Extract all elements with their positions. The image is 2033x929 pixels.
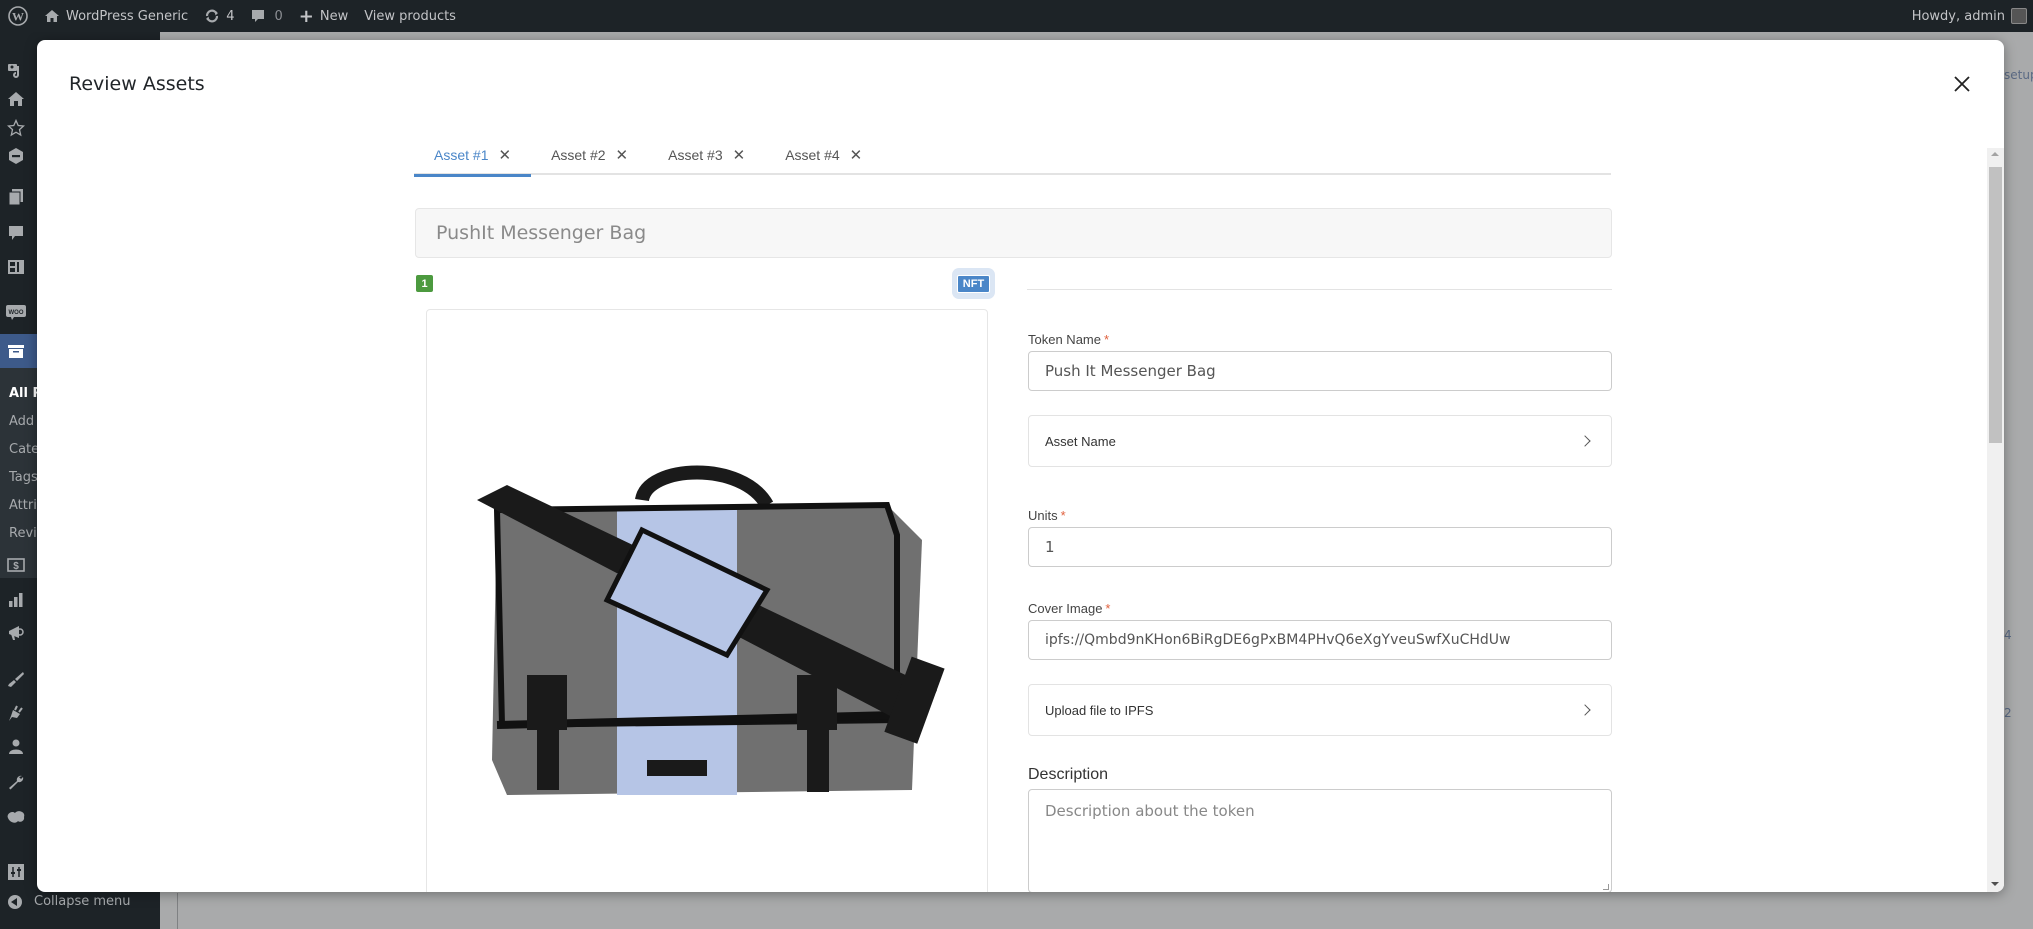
updates-icon bbox=[204, 8, 220, 24]
resize-handle-icon[interactable] bbox=[1603, 884, 1609, 890]
upload-ipfs-accordion[interactable]: Upload file to IPFS bbox=[1028, 684, 1612, 736]
asset-index-badge: 1 bbox=[416, 275, 433, 292]
tab-label: Asset #2 bbox=[551, 147, 606, 163]
form-divider bbox=[1027, 289, 1612, 290]
woocommerce-icon[interactable]: WOO bbox=[6, 302, 26, 322]
product-title-field[interactable]: PushIt Messenger Bag bbox=[415, 208, 1612, 258]
comments-link[interactable]: 0 bbox=[242, 0, 290, 32]
page-divider bbox=[177, 893, 178, 929]
users-icon[interactable] bbox=[6, 737, 26, 757]
close-button[interactable] bbox=[1950, 72, 1974, 96]
collapse-menu-label: Collapse menu bbox=[34, 894, 131, 909]
forms-icon[interactable] bbox=[6, 146, 26, 166]
site-name: WordPress Generic bbox=[66, 8, 189, 24]
comment-icon bbox=[250, 8, 266, 24]
cover-image-label: Cover Image * bbox=[1028, 601, 1111, 616]
plugins-icon[interactable] bbox=[6, 703, 26, 723]
view-products-label: View products bbox=[364, 8, 456, 24]
archive-icon bbox=[6, 341, 26, 361]
tab-label: Asset #1 bbox=[434, 147, 489, 163]
avatar bbox=[2011, 8, 2027, 24]
chevron-right-icon bbox=[1579, 704, 1591, 716]
home-icon[interactable] bbox=[6, 89, 26, 109]
svg-text:WOO: WOO bbox=[9, 310, 24, 316]
tools-icon[interactable] bbox=[6, 772, 26, 792]
units-input[interactable]: 1 bbox=[1028, 527, 1612, 567]
modal-title: Review Assets bbox=[69, 73, 205, 95]
marketing-icon[interactable] bbox=[6, 623, 26, 643]
comments-count: 0 bbox=[274, 8, 283, 24]
wordpress-logo-icon[interactable]: W bbox=[0, 0, 36, 32]
tab-label: Asset #4 bbox=[785, 147, 840, 163]
site-name-link[interactable]: WordPress Generic bbox=[36, 0, 196, 32]
asset-name-accordion[interactable]: Asset Name bbox=[1028, 415, 1612, 467]
media-icon[interactable] bbox=[6, 60, 26, 80]
tab-asset-2[interactable]: Asset #2 ✕ bbox=[531, 135, 648, 175]
scroll-up-arrow-icon[interactable] bbox=[1991, 152, 1999, 156]
tab-asset-3[interactable]: Asset #3 ✕ bbox=[648, 135, 765, 175]
setup-link-fragment: setup bbox=[2004, 68, 2033, 82]
cover-image-input[interactable]: ipfs://Qmbd9nKHon6BiRgDE6gPxBM4PHvQ6eXgY… bbox=[1028, 620, 1612, 660]
updates-count: 4 bbox=[226, 8, 235, 24]
new-content-link[interactable]: + New bbox=[291, 0, 356, 32]
submenu-tags[interactable]: Tags bbox=[9, 470, 38, 485]
description-textarea[interactable]: Description about the token bbox=[1028, 789, 1612, 892]
pages-icon[interactable] bbox=[6, 187, 26, 207]
new-label: New bbox=[319, 8, 349, 24]
greeting: Howdy, admin bbox=[1911, 8, 2005, 24]
description-placeholder: Description about the token bbox=[1045, 802, 1255, 820]
close-tab-icon[interactable]: ✕ bbox=[850, 146, 863, 164]
token-name-label: Token Name * bbox=[1028, 332, 1110, 347]
close-tab-icon[interactable]: ✕ bbox=[616, 146, 629, 164]
description-label: Description bbox=[1028, 766, 1109, 783]
asset-name-label: Asset Name bbox=[1045, 433, 1116, 449]
appearance-icon[interactable] bbox=[6, 669, 26, 689]
collapse-menu-button[interactable]: Collapse menu bbox=[8, 894, 131, 909]
background-value: 2 bbox=[2004, 706, 2012, 720]
submenu-attributes[interactable]: Attri bbox=[9, 498, 37, 513]
asset-tabs: Asset #1 ✕ Asset #2 ✕ Asset #3 ✕ Asset #… bbox=[414, 135, 1611, 177]
star-icon[interactable] bbox=[6, 118, 26, 138]
scroll-down-arrow-icon[interactable] bbox=[1991, 882, 1999, 886]
modal-scrollbar[interactable] bbox=[1987, 148, 2004, 892]
nft-toggle[interactable]: NFT bbox=[952, 268, 995, 299]
settings-sliders-icon[interactable] bbox=[6, 862, 26, 882]
token-name-input[interactable]: Push It Messenger Bag bbox=[1028, 351, 1612, 391]
tab-asset-4[interactable]: Asset #4 ✕ bbox=[765, 135, 882, 175]
product-image-card bbox=[426, 309, 988, 892]
my-account-menu[interactable]: Howdy, admin bbox=[1904, 0, 2033, 32]
analytics-icon[interactable] bbox=[6, 590, 26, 610]
submenu-categories[interactable]: Cate bbox=[9, 442, 39, 457]
close-icon bbox=[1954, 76, 1970, 92]
collapse-arrow-icon bbox=[8, 894, 22, 909]
scrollbar-thumb[interactable] bbox=[1989, 167, 2002, 443]
units-label: Units * bbox=[1028, 508, 1066, 523]
tab-asset-1[interactable]: Asset #1 ✕ bbox=[414, 135, 532, 177]
admin-bar: W WordPress Generic 4 0 + New View produ… bbox=[0, 0, 2033, 32]
submenu-add-new[interactable]: Add bbox=[9, 414, 34, 429]
background-value: 4 bbox=[2004, 628, 2012, 642]
payments-icon[interactable]: $ bbox=[6, 555, 26, 575]
chevron-right-icon bbox=[1579, 435, 1591, 447]
view-products-link[interactable]: View products bbox=[356, 0, 464, 32]
blocks-icon[interactable] bbox=[6, 257, 26, 277]
close-tab-icon[interactable]: ✕ bbox=[733, 146, 746, 164]
tab-label: Asset #3 bbox=[668, 147, 723, 163]
plus-icon: + bbox=[298, 5, 314, 27]
upload-ipfs-label: Upload file to IPFS bbox=[1045, 702, 1154, 718]
home-icon bbox=[44, 8, 60, 24]
svg-text:$: $ bbox=[13, 561, 19, 572]
updates-link[interactable]: 4 bbox=[196, 0, 242, 32]
review-assets-modal: Review Assets Asset #1 ✕ Asset #2 ✕ Asse… bbox=[37, 40, 2004, 892]
close-tab-icon[interactable]: ✕ bbox=[498, 146, 511, 164]
nft-badge: NFT bbox=[956, 274, 991, 293]
product-image bbox=[477, 465, 945, 795]
svg-text:W: W bbox=[12, 10, 24, 24]
comments-icon[interactable] bbox=[6, 223, 26, 243]
cloud-icon[interactable] bbox=[6, 807, 26, 827]
